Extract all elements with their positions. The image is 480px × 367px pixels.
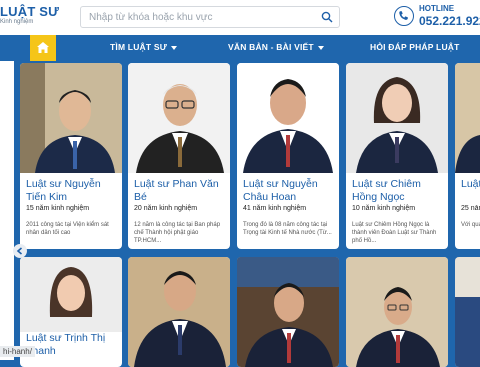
lawyer-card[interactable]: Luật sư Phan Văn Bé 20 năm kinh nghiệm 1…: [128, 63, 230, 249]
lawyer-photo: [237, 63, 339, 173]
lawyer-photo: [128, 63, 230, 173]
chevron-left-icon: [16, 247, 23, 255]
search-placeholder: Nhập từ khóa hoặc khu vực: [89, 12, 213, 23]
experience: 25 năm kinh nghiệm: [461, 205, 480, 212]
lawyer-card[interactable]: [455, 257, 480, 367]
lawyer-photo: [455, 63, 480, 173]
description: Với quá công tác: [461, 222, 480, 228]
lawyer-photo: [346, 63, 448, 173]
lawyer-card[interactable]: [237, 257, 339, 367]
nav-legal-qa[interactable]: HỎI ĐÁP PHÁP LUẬT: [370, 42, 460, 52]
lawyer-card[interactable]: Luật sư Thịnh 25 năm kinh nghiệm Với quá…: [455, 63, 480, 249]
lawyer-photo: [20, 63, 122, 173]
lawyer-photo: [128, 257, 230, 367]
lawyer-photo: [20, 257, 122, 332]
logo-tagline: Kinh nghiệm: [0, 19, 34, 25]
site-logo[interactable]: LUẬT SƯ: [0, 4, 59, 19]
search-input[interactable]: Nhập từ khóa hoặc khu vực: [80, 6, 340, 28]
lawyer-name[interactable]: Luật sư Phan Văn Bé: [134, 178, 228, 203]
description: 12 năm là công tác tại Ban pháp chế Thàn…: [134, 222, 221, 244]
lawyer-photo: [346, 257, 448, 367]
lawyer-name[interactable]: Luật sư Nguyễn Tiến Kim: [26, 178, 120, 203]
search-icon[interactable]: [321, 11, 333, 23]
lawyer-card[interactable]: Luật sư Chiêm Hồng Ngọc 10 năm kinh nghi…: [346, 63, 448, 249]
lawyer-card[interactable]: Luật sư Nguyễn Châu Hoan 41 năm kinh ngh…: [237, 63, 339, 249]
lawyer-photo: [237, 257, 339, 367]
phone-icon: [394, 6, 414, 26]
lawyer-card[interactable]: [128, 257, 230, 367]
chevron-down-icon: [317, 45, 324, 50]
lawyer-name[interactable]: Luật sư Nguyễn Châu Hoan: [243, 178, 337, 203]
lawyer-name[interactable]: Luật sư Trịnh Thị Thanh: [26, 332, 120, 357]
lawyer-card[interactable]: Luật sư Nguyễn Tiến Kim 15 năm kinh nghi…: [20, 63, 122, 249]
experience: 41 năm kinh nghiệm: [243, 205, 307, 212]
header: LUẬT SƯ Kinh nghiệm Nhập từ khóa hoặc kh…: [0, 0, 480, 35]
experience: 10 năm kinh nghiệm: [352, 205, 416, 212]
carousel-prev-button[interactable]: [13, 244, 27, 258]
description: Luật sư Chiêm Hồng Ngọc là thành viên Đo…: [352, 222, 437, 244]
chevron-down-icon: [170, 45, 177, 50]
lawyer-photo: [455, 257, 480, 367]
nav-documents[interactable]: VĂN BẢN - BÀI VIẾT: [228, 42, 324, 52]
nav-find-lawyer[interactable]: TÌM LUẬT SƯ: [110, 42, 177, 52]
side-panel: [0, 61, 14, 360]
experience: 20 năm kinh nghiệm: [134, 205, 198, 212]
main-nav: TÌM LUẬT SƯ VĂN BẢN - BÀI VIẾT HỎI ĐÁP P…: [0, 35, 480, 61]
lawyer-card[interactable]: [346, 257, 448, 367]
hotline-label: HOTLINE: [419, 4, 455, 13]
lawyer-name[interactable]: Luật sư Chiêm Hồng Ngọc: [352, 178, 446, 203]
home-button[interactable]: [30, 35, 56, 61]
lawyer-card[interactable]: Luật sư Trịnh Thị Thanh: [20, 257, 122, 367]
hotline-number[interactable]: 052.221.922: [419, 14, 480, 28]
description: Trong đó là 08 năm công tác tại Trọng tà…: [243, 222, 332, 236]
lawyer-name[interactable]: Luật sư Thịnh: [461, 178, 480, 191]
experience: 15 năm kinh nghiệm: [26, 205, 90, 212]
description: 2011 công tác tại Viện kiểm sát nhân dân…: [26, 222, 109, 236]
home-icon: [37, 42, 49, 53]
url-fragment: hi-hanh/: [0, 346, 35, 357]
